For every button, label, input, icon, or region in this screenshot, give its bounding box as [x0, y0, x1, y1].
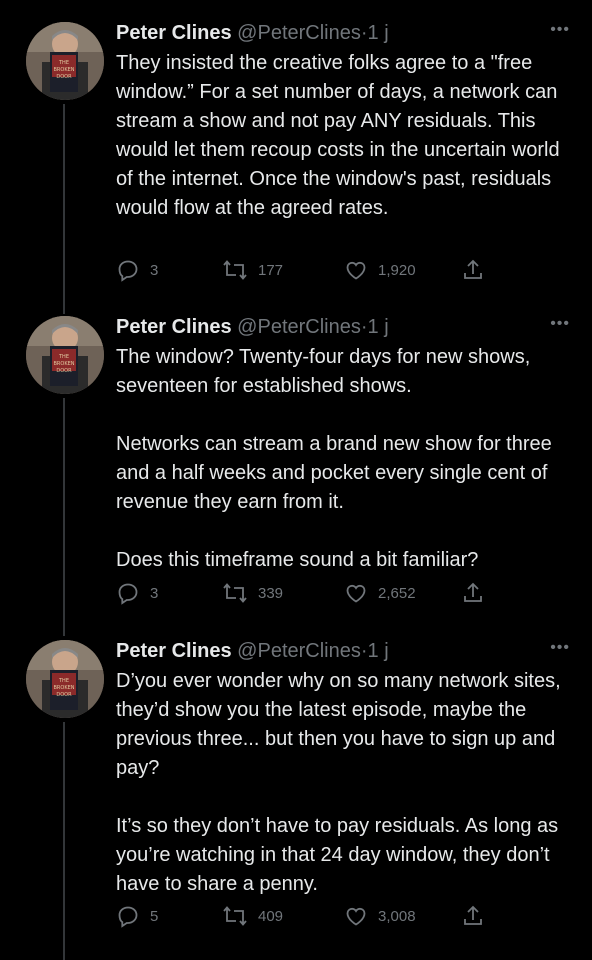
svg-text:DOOR: DOOR — [56, 74, 72, 80]
svg-text:BROKEN: BROKEN — [53, 361, 74, 367]
timestamp[interactable]: 1 j — [368, 316, 389, 338]
tweet[interactable]: THE BROKEN DOOR Peter Clines @PeterCline… — [0, 636, 592, 936]
svg-text:THE: THE — [58, 678, 69, 684]
author-name[interactable]: Peter Clines — [116, 22, 232, 44]
tweet-actions: 3 177 1,920 — [116, 257, 486, 283]
share-icon — [464, 582, 482, 602]
share-button[interactable] — [462, 257, 484, 283]
svg-text:THE: THE — [58, 354, 69, 360]
reply-icon — [118, 260, 138, 282]
reply-count: 3 — [150, 261, 159, 279]
tweet-text: The window? Twenty-four days for new sho… — [116, 343, 576, 575]
like-button[interactable]: 3,008 — [344, 903, 416, 929]
tweet-text: They insisted the creative folks agree t… — [116, 49, 576, 223]
tweet[interactable]: THE BROKEN DOOR Peter Clines @PeterCline… — [0, 18, 592, 298]
separator-dot: · — [360, 22, 368, 44]
heart-icon — [346, 907, 366, 926]
share-icon — [464, 259, 482, 279]
reply-button[interactable]: 3 — [116, 580, 158, 606]
reply-icon — [118, 583, 138, 605]
tweet-paragraph: The window? Twenty-four days for new sho… — [116, 346, 531, 397]
more-horizontal-icon[interactable]: ••• — [550, 316, 570, 332]
reply-button[interactable]: 5 — [116, 903, 158, 929]
retweet-button[interactable]: 339 — [222, 580, 283, 606]
separator-dot: · — [360, 640, 368, 662]
reply-button[interactable]: 3 — [116, 257, 158, 283]
svg-text:THE: THE — [58, 60, 69, 66]
reply-count: 5 — [150, 907, 159, 925]
like-button[interactable]: 1,920 — [344, 257, 416, 283]
retweet-icon — [223, 906, 247, 926]
author-handle[interactable]: @PeterClines — [237, 640, 361, 662]
like-count: 1,920 — [378, 261, 416, 279]
reply-count: 3 — [150, 584, 159, 602]
tweet-paragraph: It’s so they don’t have to pay residuals… — [116, 815, 559, 895]
retweet-count: 339 — [258, 584, 284, 602]
tweet-text: D’you ever wonder why on so many network… — [116, 667, 576, 899]
tweet-actions: 3 339 2,652 — [116, 580, 486, 606]
author-name[interactable]: Peter Clines — [116, 316, 232, 338]
retweet-button[interactable]: 177 — [222, 257, 283, 283]
retweet-count: 177 — [258, 261, 284, 279]
svg-text:DOOR: DOOR — [56, 692, 72, 698]
tweet-header: Peter Clines @PeterClines·1 j — [116, 312, 572, 342]
heart-icon — [346, 584, 366, 603]
avatar[interactable]: THE BROKEN DOOR — [26, 640, 104, 718]
retweet-icon — [223, 260, 247, 280]
avatar[interactable]: THE BROKEN DOOR — [26, 316, 104, 394]
author-handle[interactable]: @PeterClines — [237, 316, 361, 338]
tweet-header: Peter Clines @PeterClines·1 j — [116, 18, 572, 48]
timestamp[interactable]: 1 j — [368, 22, 389, 44]
retweet-count: 409 — [258, 907, 284, 925]
svg-text:DOOR: DOOR — [56, 368, 72, 374]
tweet-paragraph: Networks can stream a brand new show for… — [116, 433, 552, 513]
separator-dot: · — [360, 316, 368, 338]
retweet-button[interactable]: 409 — [222, 903, 283, 929]
share-button[interactable] — [462, 903, 484, 929]
share-icon — [464, 905, 482, 925]
like-count: 3,008 — [378, 907, 416, 925]
more-horizontal-icon[interactable]: ••• — [550, 22, 570, 38]
author-handle[interactable]: @PeterClines — [237, 22, 361, 44]
author-name[interactable]: Peter Clines — [116, 640, 232, 662]
share-button[interactable] — [462, 580, 484, 606]
tweet-paragraph: D’you ever wonder why on so many network… — [116, 670, 561, 779]
timestamp[interactable]: 1 j — [368, 640, 389, 662]
avatar[interactable]: THE BROKEN DOOR — [26, 22, 104, 100]
tweet-actions: 5 409 3,008 — [116, 903, 486, 929]
svg-text:BROKEN: BROKEN — [53, 685, 74, 691]
heart-icon — [346, 261, 366, 280]
tweet[interactable]: THE BROKEN DOOR Peter Clines @PeterCline… — [0, 312, 592, 622]
like-count: 2,652 — [378, 584, 416, 602]
tweet-paragraph: Does this timeframe sound a bit familiar… — [116, 549, 479, 571]
like-button[interactable]: 2,652 — [344, 580, 416, 606]
svg-text:BROKEN: BROKEN — [53, 67, 74, 73]
tweet-paragraph: They insisted the creative folks agree t… — [116, 52, 560, 219]
reply-icon — [118, 906, 138, 928]
retweet-icon — [223, 583, 247, 603]
tweet-header: Peter Clines @PeterClines·1 j — [116, 636, 572, 666]
more-horizontal-icon[interactable]: ••• — [550, 640, 570, 656]
